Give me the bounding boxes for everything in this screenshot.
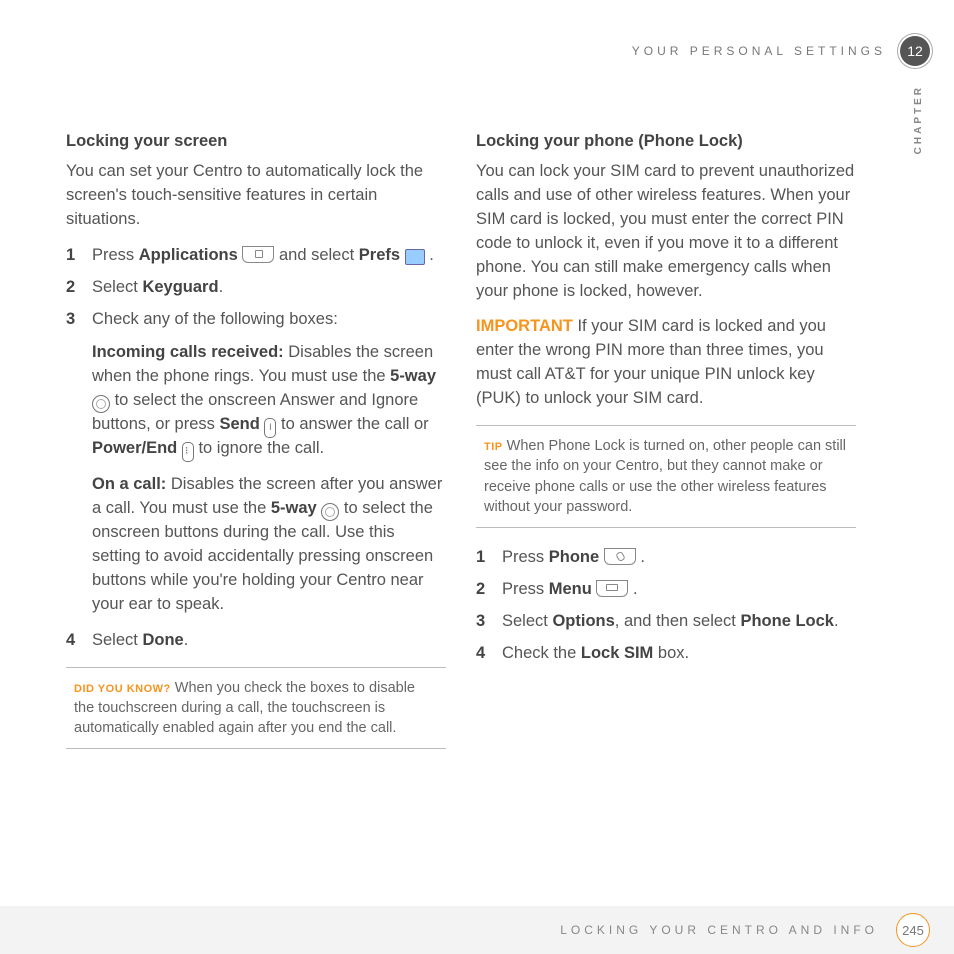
- page-number-badge: 245: [896, 913, 930, 947]
- step-1: 1 Press Applications and select Prefs .: [66, 244, 446, 268]
- rstep-4: 4 Check the Lock SIM box.: [476, 642, 856, 666]
- intro-para: You can set your Centro to automatically…: [66, 160, 446, 232]
- intro-para-right: You can lock your SIM card to prevent un…: [476, 160, 856, 304]
- page-header: YOUR PERSONAL SETTINGS 12: [632, 36, 930, 66]
- option-incoming-calls: Incoming calls received: Disables the sc…: [66, 341, 446, 461]
- step-4: 4 Select Done.: [66, 629, 446, 653]
- heading-locking-phone: Locking your phone (Phone Lock): [476, 130, 856, 154]
- steps-list-right: 1 Press Phone . 2 Press Menu . 3 Select …: [476, 546, 856, 666]
- chapter-label-vertical: CHAPTER: [913, 85, 924, 154]
- section-title: YOUR PERSONAL SETTINGS: [632, 44, 886, 58]
- option-on-a-call: On a call: Disables the screen after you…: [66, 473, 446, 617]
- rstep-2: 2 Press Menu .: [476, 578, 856, 602]
- power-end-key-icon: ⠇: [182, 442, 194, 462]
- tip-box: TIP When Phone Lock is turned on, other …: [476, 425, 856, 528]
- footer-section-title: LOCKING YOUR CENTRO AND INFO: [560, 923, 878, 937]
- left-column: Locking your screen You can set your Cen…: [66, 130, 446, 749]
- five-way-icon: [321, 503, 339, 521]
- tip-label: TIP: [484, 441, 503, 453]
- steps-list-left: 1 Press Applications and select Prefs . …: [66, 244, 446, 332]
- phone-key-icon: [604, 548, 636, 565]
- chapter-number-badge: 12: [900, 36, 930, 66]
- rstep-3: 3 Select Options, and then select Phone …: [476, 610, 856, 634]
- menu-key-icon: [596, 580, 628, 597]
- important-para: IMPORTANT If your SIM card is locked and…: [476, 315, 856, 411]
- did-you-know-label: DID YOU KNOW?: [74, 683, 171, 695]
- five-way-icon: [92, 395, 110, 413]
- step-2: 2 Select Keyguard.: [66, 276, 446, 300]
- right-column: Locking your phone (Phone Lock) You can …: [476, 130, 856, 749]
- did-you-know-box: DID YOU KNOW? When you check the boxes t…: [66, 667, 446, 750]
- content-columns: Locking your screen You can set your Cen…: [66, 130, 856, 749]
- important-label: IMPORTANT: [476, 317, 573, 335]
- manual-page: YOUR PERSONAL SETTINGS 12 CHAPTER Lockin…: [0, 0, 954, 954]
- rstep-1: 1 Press Phone .: [476, 546, 856, 570]
- page-footer: LOCKING YOUR CENTRO AND INFO 245: [0, 906, 954, 954]
- applications-key-icon: [242, 246, 274, 263]
- steps-list-left-cont: 4 Select Done.: [66, 629, 446, 653]
- prefs-icon: [405, 249, 425, 265]
- heading-locking-screen: Locking your screen: [66, 130, 446, 154]
- step-3: 3 Check any of the following boxes:: [66, 308, 446, 332]
- send-key-icon: I: [264, 418, 276, 438]
